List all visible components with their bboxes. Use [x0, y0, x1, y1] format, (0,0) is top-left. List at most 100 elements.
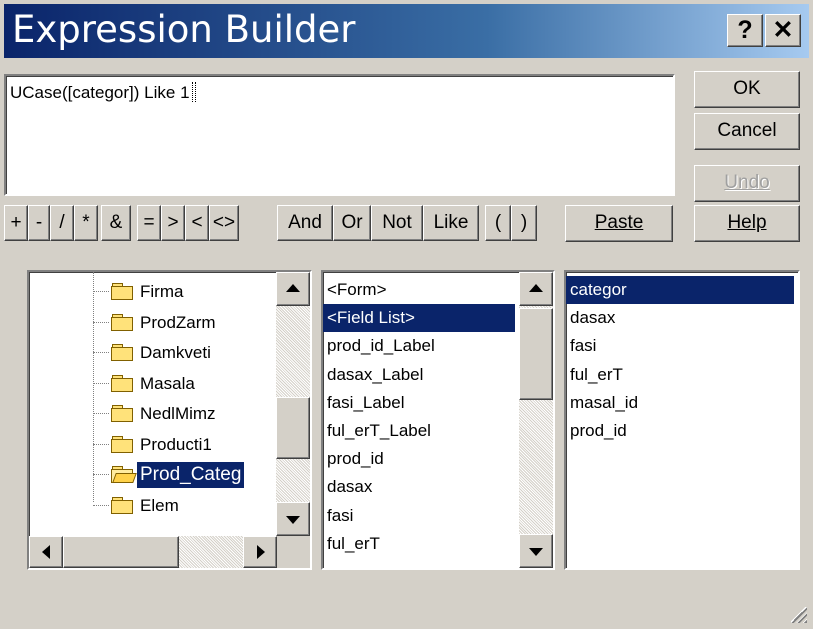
operator-or-button[interactable]: Or — [333, 205, 371, 241]
operator-greater-than-button[interactable]: > — [161, 205, 185, 241]
tree-vertical-scrollbar[interactable] — [276, 272, 310, 536]
tree-branch-line — [93, 382, 109, 384]
values-list-items: categor dasax fasi ful_erT masal_id prod_id — [566, 276, 798, 568]
list-item[interactable]: fasi_Label — [323, 389, 515, 417]
list-item[interactable]: <Field List> — [323, 304, 515, 333]
tree-item-label: Masala — [140, 373, 195, 393]
fields-vertical-scrollbar[interactable] — [519, 272, 553, 568]
operator-not-button[interactable]: Not — [371, 205, 423, 241]
tree-item[interactable]: Producti1 — [29, 431, 279, 459]
list-item[interactable]: prod_id — [566, 417, 794, 445]
up-arrow-icon — [529, 284, 543, 292]
scroll-corner — [277, 536, 310, 568]
tree-item[interactable]: NedlMimz — [29, 400, 279, 428]
resize-grip-icon[interactable] — [791, 607, 807, 623]
text-caret — [191, 82, 196, 102]
tree-item[interactable]: Firma — [29, 278, 279, 306]
tree-item[interactable]: Masala — [29, 370, 279, 398]
undo-button[interactable]: Undo — [694, 165, 800, 202]
operator-less-than-button[interactable]: < — [185, 205, 209, 241]
tree-hscroll-thumb[interactable] — [63, 536, 179, 568]
left-arrow-icon — [42, 545, 50, 559]
list-item[interactable]: ful_erT — [323, 530, 515, 558]
list-item[interactable]: ful_erT — [566, 361, 794, 389]
tree-item[interactable]: ProdZarm — [29, 309, 279, 337]
list-item[interactable]: <Form> — [323, 276, 515, 304]
fields-list-items: <Form> <Field List> prod_id_Label dasax_Lab… — [323, 276, 519, 568]
tree-item-label: Damkveti — [140, 343, 211, 362]
tree-content: Firma ProdZarm Damkveti Masala NedlMimz Produ… — [29, 272, 310, 568]
tree-item-label: Firma — [140, 282, 184, 301]
cancel-button[interactable]: Cancel — [694, 113, 800, 150]
tree-branch-line — [93, 321, 109, 323]
list-item[interactable]: categor — [566, 276, 794, 304]
operator-equals-button[interactable]: = — [137, 205, 161, 241]
folder-icon — [111, 374, 133, 392]
help-button[interactable]: Help — [694, 205, 800, 242]
tree-item-label: NedlMimz — [140, 404, 216, 423]
tree-item-label: Producti1 — [140, 434, 212, 454]
operator-multiply-button[interactable]: * — [74, 205, 98, 241]
tree-branch-line — [93, 443, 109, 445]
tree-scroll-up-button[interactable] — [276, 272, 310, 306]
fields-scroll-thumb[interactable] — [519, 308, 553, 400]
tree-branch-line — [93, 504, 109, 506]
up-arrow-icon — [286, 284, 300, 292]
list-item[interactable]: prod_id_Label — [323, 332, 515, 360]
tree-item[interactable]: Prod_Categ — [29, 461, 279, 489]
list-item[interactable]: fasi — [566, 332, 794, 360]
tree-item-label: Elem — [140, 495, 179, 515]
tree-branch-line — [93, 413, 109, 414]
values-list[interactable]: categor dasax fasi ful_erT masal_id prod_id — [564, 270, 800, 570]
expression-text: UCase([categor]) Like 1 — [10, 83, 190, 102]
fields-list[interactable]: <Form> <Field List> prod_id_Label dasax_Lab… — [321, 270, 555, 570]
tree-branch-line — [93, 352, 109, 353]
open-folder-icon — [111, 466, 137, 483]
tree-item-label: ProdZarm — [140, 312, 216, 332]
folder-icon — [111, 313, 133, 331]
list-item[interactable]: prod_id — [323, 445, 515, 473]
title-bar[interactable]: Expression Builder ? ✕ — [4, 4, 809, 58]
fields-scroll-down-button[interactable] — [519, 534, 553, 568]
object-tree[interactable]: Firma ProdZarm Damkveti Masala NedlMimz Produ… — [27, 270, 312, 570]
operator-minus-button[interactable]: - — [28, 205, 50, 241]
help-title-button[interactable]: ? — [727, 14, 763, 47]
operator-not-equal-button[interactable]: <> — [209, 205, 239, 241]
list-item[interactable]: dasax_Label — [323, 361, 515, 389]
folder-icon — [111, 405, 133, 422]
right-arrow-icon — [257, 545, 265, 559]
tree-scroll-thumb[interactable] — [276, 397, 310, 459]
tree-scroll-left-button[interactable] — [29, 536, 63, 568]
operator-open-paren-button[interactable]: ( — [485, 205, 511, 241]
tree-item[interactable]: Elem — [29, 492, 279, 520]
operator-and-button[interactable]: And — [277, 205, 333, 241]
window-title: Expression Builder — [12, 8, 356, 51]
tree-horizontal-scrollbar[interactable] — [29, 536, 310, 568]
list-item[interactable]: dasax — [566, 304, 794, 332]
folder-icon — [111, 496, 133, 514]
tree-scroll-down-button[interactable] — [276, 502, 310, 536]
list-item[interactable]: fasi — [323, 502, 515, 530]
close-button[interactable]: ✕ — [765, 14, 801, 47]
folder-icon — [111, 283, 133, 300]
list-item[interactable]: ful_erT_Label — [323, 417, 515, 445]
operator-close-paren-button[interactable]: ) — [511, 205, 537, 241]
operator-plus-button[interactable]: + — [4, 205, 28, 241]
paste-button[interactable]: Paste — [565, 205, 673, 242]
folder-icon — [111, 344, 133, 361]
down-arrow-icon — [286, 516, 300, 524]
folder-icon — [111, 435, 133, 453]
fields-scroll-up-button[interactable] — [519, 272, 553, 306]
list-item[interactable]: masal_id — [566, 389, 794, 417]
down-arrow-icon — [529, 548, 543, 556]
ok-button[interactable]: OK — [694, 71, 800, 108]
tree-branch-line — [93, 474, 109, 475]
operator-ampersand-button[interactable]: & — [101, 205, 131, 241]
list-item[interactable]: dasax — [323, 473, 515, 501]
tree-branch-line — [93, 291, 109, 292]
tree-scroll-right-button[interactable] — [243, 536, 277, 568]
operator-divide-button[interactable]: / — [50, 205, 74, 241]
operator-like-button[interactable]: Like — [423, 205, 479, 241]
expression-box[interactable]: UCase([categor]) Like 1 — [4, 74, 675, 196]
tree-item[interactable]: Damkveti — [29, 339, 279, 367]
